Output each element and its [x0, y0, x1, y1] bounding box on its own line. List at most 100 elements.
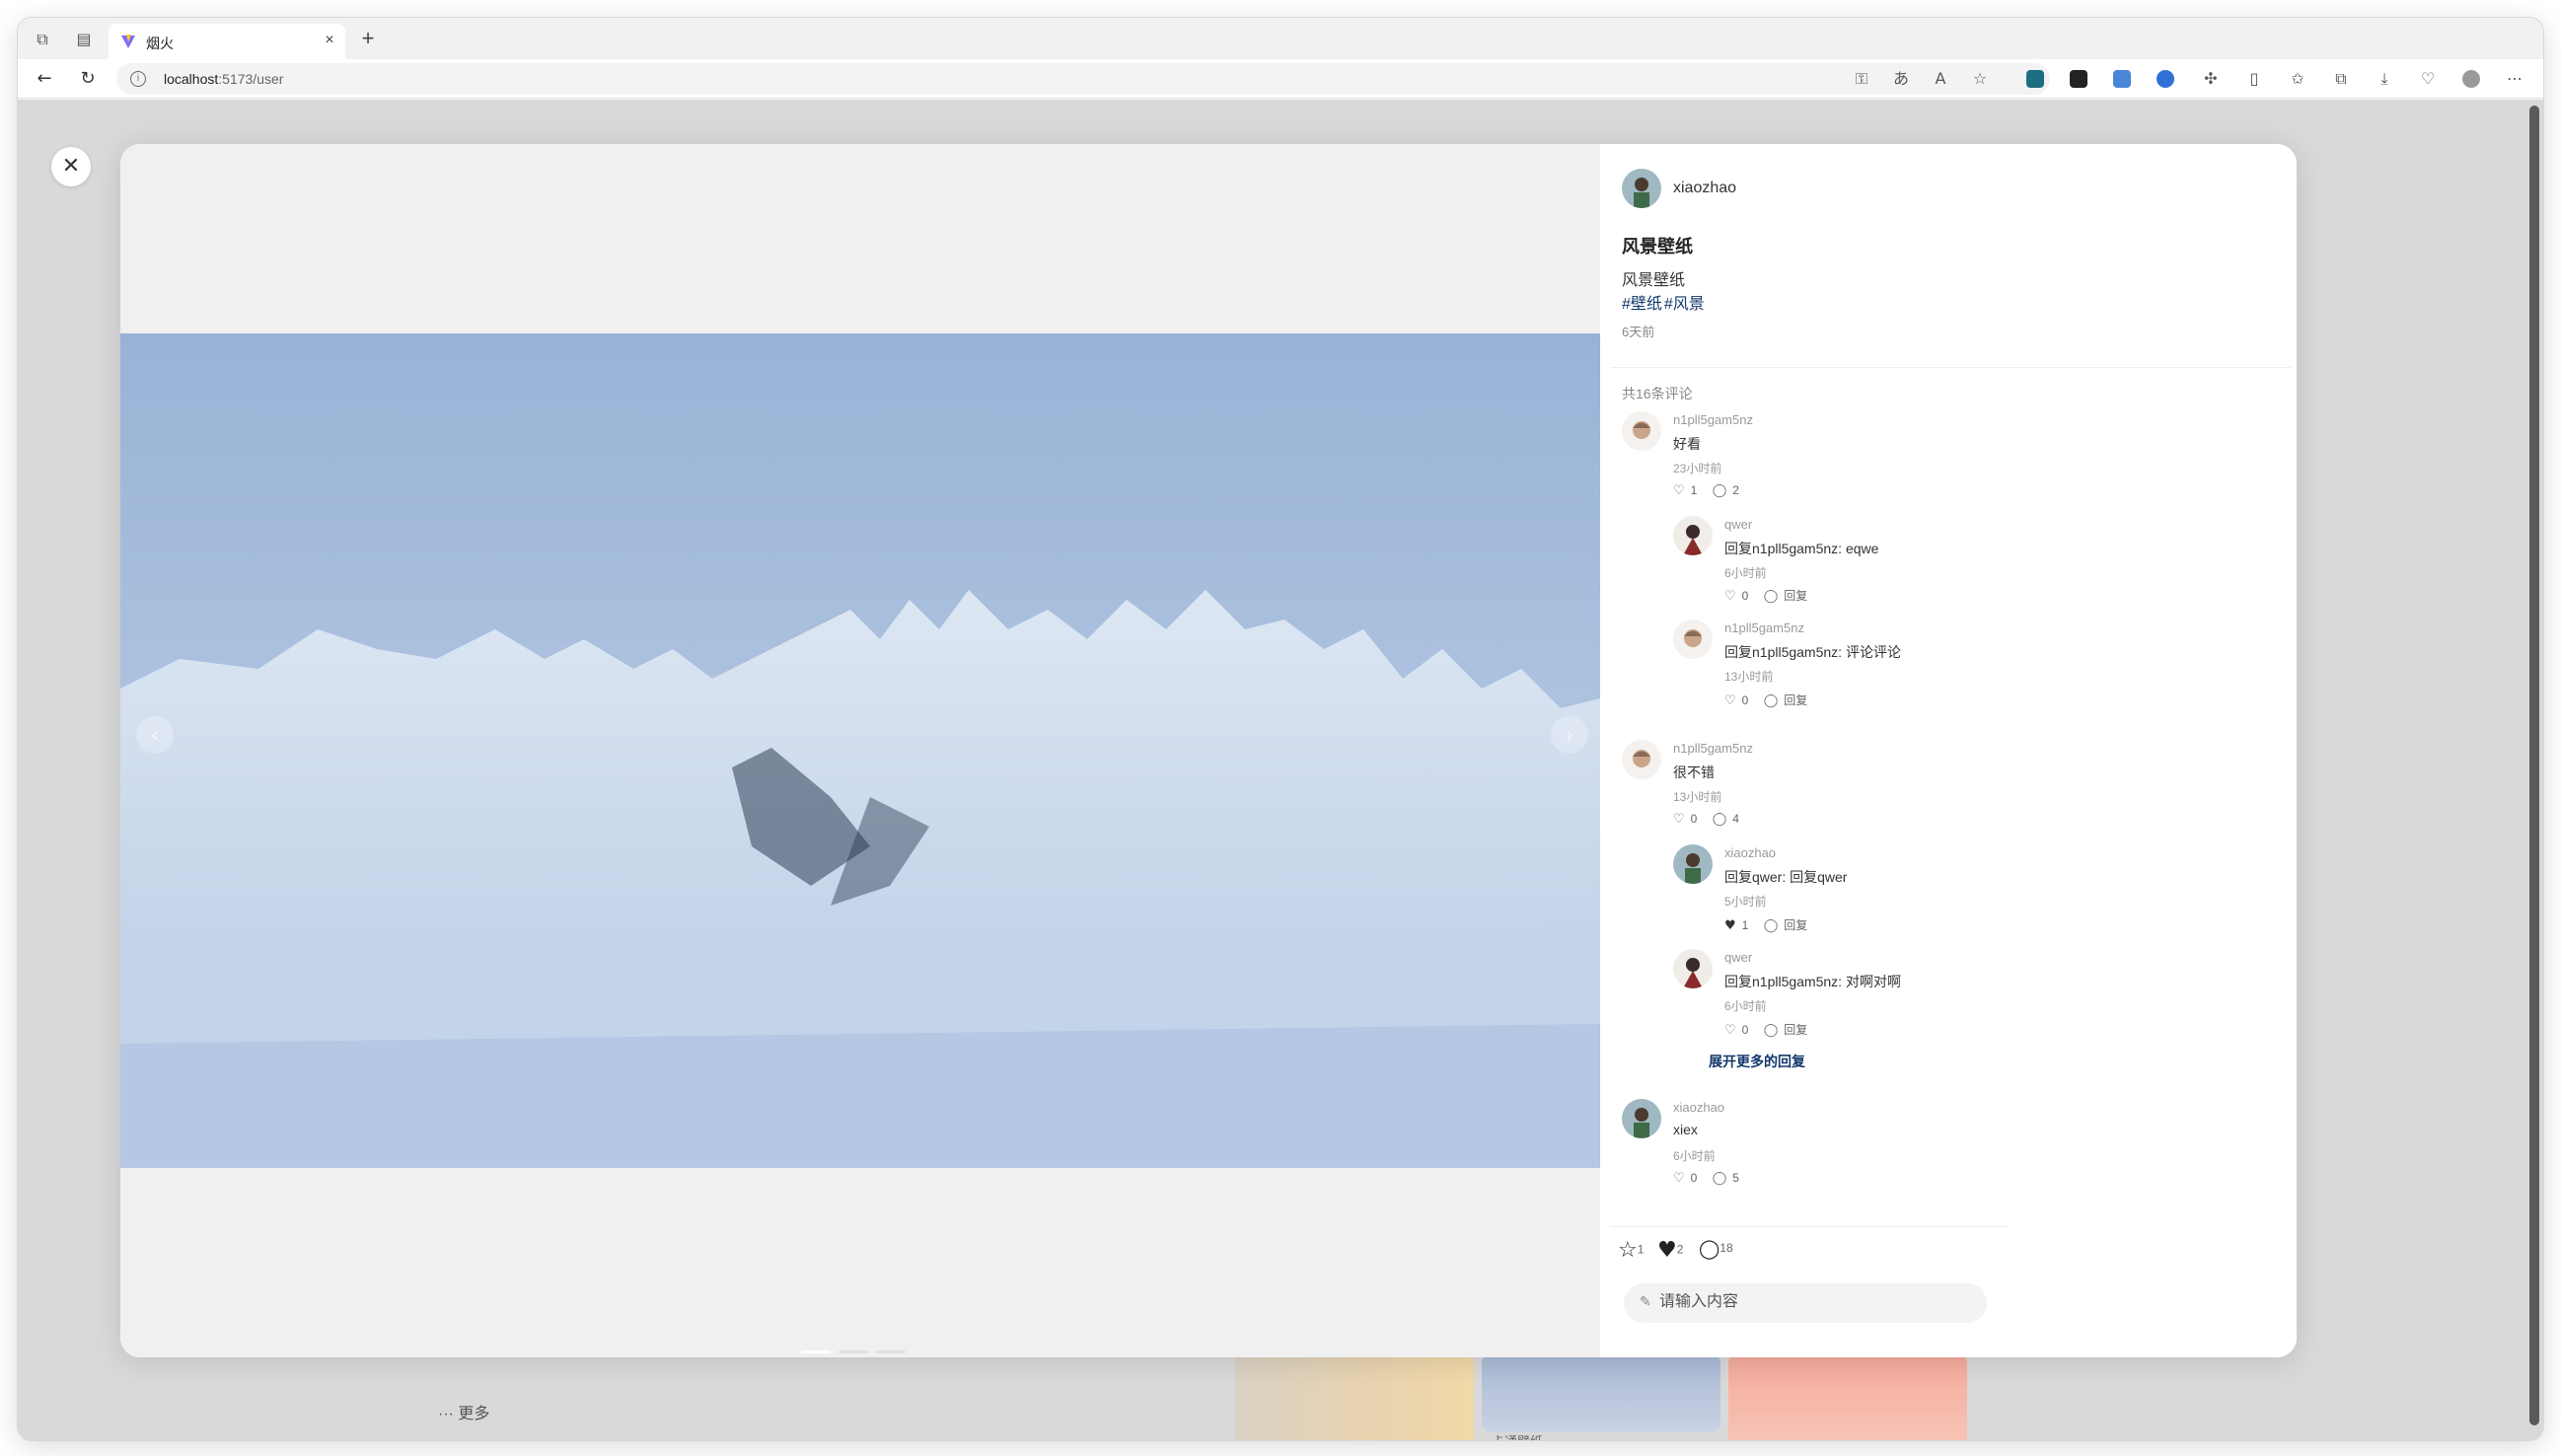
next-image-arrow[interactable]: ›	[1551, 716, 1588, 754]
back-icon[interactable]: ←	[34, 69, 55, 89]
media-viewer: ‹ ›	[120, 144, 1600, 1357]
commenter-avatar[interactable]	[1673, 844, 1713, 884]
read-aloud-icon[interactable]: A	[1930, 69, 1951, 89]
split-screen-icon[interactable]: ▯	[2243, 69, 2265, 89]
pagination-dot-2[interactable]	[839, 1350, 868, 1353]
star-outline-icon: ☆	[1618, 1238, 1638, 1263]
commenter-avatar[interactable]	[1673, 949, 1713, 988]
tab-active[interactable]: 烟火 ×	[109, 24, 345, 59]
collect-button[interactable]: ☆1	[1618, 1238, 1644, 1263]
heart-filled-icon: ♥	[1657, 1238, 1677, 1263]
chat-bubble-icon: ◯	[1763, 693, 1779, 708]
commenter-name[interactable]: n1pll5gam5nz	[1673, 412, 1753, 427]
url-text: localhost:5173/user	[164, 71, 283, 87]
profile-avatar-icon[interactable]	[2462, 70, 2480, 88]
tab-actions-icon[interactable]: ▤	[73, 30, 95, 49]
commenter-avatar-image	[1622, 740, 1661, 779]
like-button[interactable]: ♥ 1	[1724, 918, 1754, 933]
like-count: 0	[1690, 812, 1698, 826]
commenter-avatar[interactable]	[1622, 1099, 1661, 1138]
pagination-dot-3[interactable]	[876, 1350, 906, 1353]
commenter-name[interactable]: n1pll5gam5nz	[1724, 620, 1804, 635]
chat-bubble-icon: ◯	[1763, 589, 1779, 604]
comment-actions: ♡ 1 ◯ 2	[1673, 483, 1751, 498]
page-scrollbar[interactable]	[2529, 106, 2539, 1425]
url-path: :5173/user	[218, 71, 284, 87]
like-button[interactable]: ♡ 1	[1673, 483, 1703, 498]
comment-input[interactable]	[1659, 1293, 1975, 1311]
thumbnail-window[interactable]	[1235, 1353, 1474, 1440]
extension-globe-icon[interactable]	[2157, 70, 2174, 88]
comment-note-button[interactable]: ◯18	[1699, 1238, 1733, 1260]
commenter-name[interactable]: xiaozhao	[1724, 845, 1776, 860]
tab-close-icon[interactable]: ×	[320, 31, 339, 50]
thumbnail-cartoon[interactable]	[1482, 1353, 1720, 1432]
comment-input-box[interactable]: ✎	[1624, 1283, 1987, 1323]
vite-favicon-icon	[121, 35, 135, 48]
site-info-icon[interactable]: i	[130, 71, 146, 87]
reply-button[interactable]: ◯ 回复	[1764, 916, 1814, 933]
reply-button[interactable]: ◯ 回复	[1764, 1021, 1814, 1038]
commenter-name[interactable]: n1pll5gam5nz	[1673, 741, 1753, 756]
new-tab-button[interactable]: +	[357, 28, 379, 49]
tag-wallpaper[interactable]: #壁纸	[1622, 296, 1662, 313]
translate-icon[interactable]: あ	[1890, 69, 1912, 89]
like-button[interactable]: ♡ 0	[1673, 812, 1703, 827]
commenter-name[interactable]: xiaozhao	[1673, 1100, 1724, 1115]
like-button[interactable]: ♡ 0	[1724, 589, 1754, 604]
commenter-name[interactable]: qwer	[1724, 950, 1752, 965]
collections-icon[interactable]: ⧉	[2330, 69, 2352, 89]
reply-count: 5	[1732, 1171, 1739, 1185]
tag-scenery[interactable]: #风景	[1664, 296, 1705, 313]
comment-text: 好看	[1673, 436, 1701, 452]
comment-list: 共16条评论 n1pll5gam5nz 好看 23小时前 ♡ 1 ◯ 2 qwe…	[1600, 368, 2297, 1354]
commenter-avatar[interactable]	[1622, 740, 1661, 779]
like-note-count: 2	[1676, 1242, 1684, 1257]
commenter-name[interactable]: qwer	[1724, 517, 1752, 532]
reply-button[interactable]: ◯ 2	[1713, 483, 1745, 498]
extension-plane-icon[interactable]	[2113, 70, 2131, 88]
browser-window: ⧉ ▤ 烟火 × + ← ↻ i localhost:5173/user ⚿ あ…	[18, 18, 2543, 1440]
like-note-button[interactable]: ♥2	[1657, 1238, 1683, 1263]
extensions-puzzle-icon[interactable]: ✣	[2200, 69, 2222, 89]
commenter-avatar[interactable]	[1673, 516, 1713, 555]
expand-more-replies-link[interactable]: 展开更多的回复	[1709, 1052, 1805, 1071]
like-count: 0	[1690, 1171, 1698, 1185]
pagination-dot-1[interactable]	[801, 1350, 831, 1353]
thumbnail-pink-sky[interactable]	[1728, 1353, 1967, 1440]
reply-label: 回复	[1784, 918, 1808, 932]
workspaces-icon[interactable]: ⧉	[32, 30, 53, 49]
favorites-icon[interactable]: ✩	[2287, 69, 2308, 89]
prev-image-arrow[interactable]: ‹	[136, 716, 174, 754]
commenter-avatar[interactable]	[1622, 411, 1661, 451]
comment-time: 13小时前	[1673, 790, 1722, 804]
commenter-avatar[interactable]	[1673, 619, 1713, 659]
chat-bubble-icon: ◯	[1712, 1171, 1727, 1186]
author-avatar[interactable]	[1622, 169, 1661, 208]
favorite-star-icon[interactable]: ☆	[1969, 69, 1991, 89]
commenter-avatar-image	[1673, 516, 1713, 555]
like-button[interactable]: ♡ 0	[1724, 693, 1754, 708]
extension-dark-icon[interactable]	[2070, 70, 2087, 88]
note-detail-modal: ‹ › xiaozhao 风景壁纸 风景壁纸 #壁纸 #风景 6天前 共16条评…	[120, 144, 2297, 1357]
browser-essentials-icon[interactable]: ♡	[2417, 69, 2439, 89]
like-count: 1	[1741, 918, 1749, 932]
close-modal-button[interactable]: ✕	[51, 147, 91, 186]
url-field[interactable]: i localhost:5173/user	[116, 63, 2050, 95]
reply-button[interactable]: ◯ 4	[1713, 812, 1745, 827]
more-menu-icon[interactable]: ⋯	[2504, 69, 2525, 89]
author-name[interactable]: xiaozhao	[1673, 180, 1736, 197]
pencil-icon: ✎	[1640, 1294, 1651, 1310]
footer-divider	[1610, 1226, 2010, 1227]
reply-button[interactable]: ◯ 回复	[1764, 692, 1814, 708]
reload-icon[interactable]: ↻	[77, 69, 99, 89]
reply-button[interactable]: ◯ 回复	[1764, 587, 1814, 604]
reply-label: 回复	[1784, 1023, 1808, 1037]
like-button[interactable]: ♡ 0	[1724, 1023, 1754, 1038]
like-button[interactable]: ♡ 0	[1673, 1171, 1703, 1186]
extension-gear-icon[interactable]	[2026, 70, 2044, 88]
downloads-icon[interactable]: ⤓	[2374, 69, 2395, 89]
more-link[interactable]: ··· 更多	[438, 1400, 489, 1423]
reply-button[interactable]: ◯ 5	[1713, 1171, 1745, 1186]
key-icon[interactable]: ⚿	[1851, 69, 1872, 89]
